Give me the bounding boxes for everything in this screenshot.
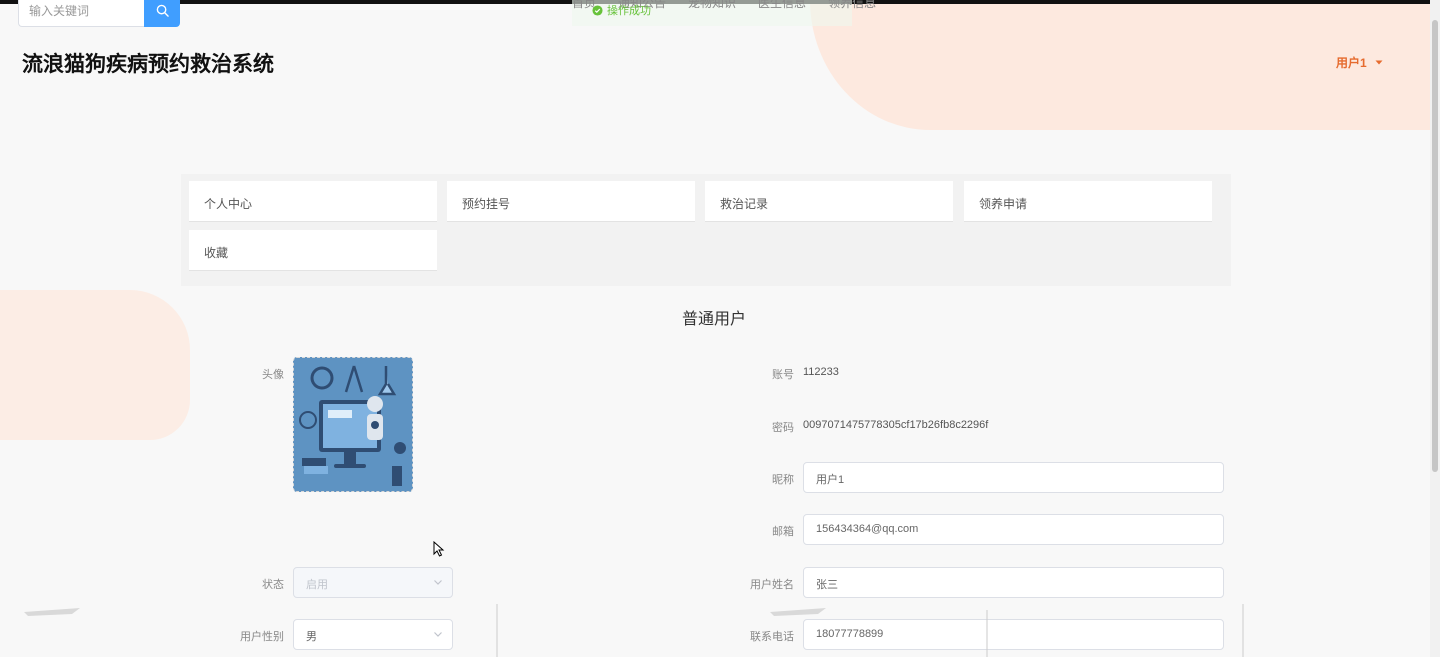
airplane-decoration: [770, 608, 826, 616]
success-toast: 操作成功: [592, 2, 651, 18]
status-value: 启用: [306, 579, 328, 591]
pole-decoration: [986, 610, 988, 657]
name-input[interactable]: 张三: [803, 567, 1224, 598]
password-label: 密码: [772, 421, 794, 434]
center-tabs-panel: 个人中心 预约挂号 救治记录 领养申请 收藏: [181, 174, 1231, 286]
toast-text: 操作成功: [607, 5, 651, 17]
search-icon: [156, 4, 169, 17]
tab-appointments[interactable]: 预约挂号: [447, 181, 695, 222]
nav-item-adoption[interactable]: 领养信息: [828, 0, 876, 11]
caret-down-icon: [1375, 60, 1383, 65]
avatar-image: [294, 358, 412, 491]
tab-adoption-applications[interactable]: 领养申请: [964, 181, 1212, 222]
chevron-down-icon: [434, 580, 442, 585]
pole-decoration: [1242, 604, 1244, 657]
status-select: 启用: [293, 567, 453, 598]
gender-value: 男: [306, 631, 317, 643]
section-title: 普通用户: [681, 309, 746, 328]
tab-treatment-records[interactable]: 救治记录: [705, 181, 953, 222]
avatar-upload[interactable]: [293, 357, 413, 492]
chevron-down-icon: [434, 632, 442, 637]
status-label: 状态: [262, 578, 284, 591]
scrollbar-thumb[interactable]: [1432, 20, 1438, 472]
password-value: 0097071475778305cf17b26fb8c2296f: [803, 419, 989, 431]
nickname-input[interactable]: 用户1: [803, 462, 1224, 493]
account-label: 账号: [772, 368, 794, 381]
airplane-decoration: [24, 608, 80, 616]
tab-personal-center[interactable]: 个人中心: [189, 181, 437, 222]
gender-select[interactable]: 男: [293, 619, 453, 650]
search-bar: [18, 0, 180, 27]
user-name: 用户1: [1336, 56, 1367, 70]
email-label: 邮箱: [772, 525, 794, 538]
check-circle-icon: [592, 4, 603, 16]
name-label: 用户姓名: [750, 578, 794, 591]
account-value: 112233: [803, 366, 839, 378]
pole-decoration: [496, 604, 498, 657]
phone-label: 联系电话: [750, 630, 794, 643]
gender-label: 用户性别: [240, 630, 284, 643]
scrollbar[interactable]: [1430, 0, 1440, 657]
search-button[interactable]: [144, 0, 180, 27]
nav-item-doctors[interactable]: 医生信息: [758, 0, 806, 11]
nav-item-pet-knowledge[interactable]: 宠物知识: [688, 0, 736, 11]
email-input[interactable]: 156434364@qq.com: [803, 514, 1224, 545]
avatar-label: 头像: [262, 368, 284, 381]
nickname-label: 昵称: [772, 473, 794, 486]
search-input[interactable]: [18, 0, 144, 27]
user-menu[interactable]: 用户1: [1336, 54, 1383, 71]
mouse-cursor-icon: [433, 541, 445, 557]
site-title: 流浪猫狗疾病预约救治系统: [22, 52, 274, 76]
tab-favorites[interactable]: 收藏: [189, 230, 437, 271]
phone-input[interactable]: 18077778899: [803, 619, 1224, 650]
